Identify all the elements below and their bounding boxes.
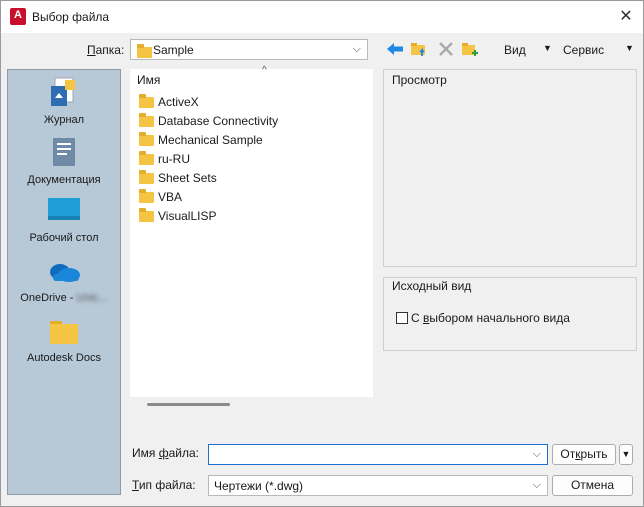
places-bar: Журнал Документация Рабочий стол OneDriv… <box>7 69 121 495</box>
onedrive-icon <box>50 264 80 282</box>
filename-label: Имя файла: <box>132 446 199 460</box>
folder-icon <box>139 132 154 147</box>
tools-menu-button[interactable]: Сервис <box>563 43 604 57</box>
autocad-app-icon: A <box>10 8 26 25</box>
folder-label: Папка: <box>87 43 124 57</box>
sort-ascending-icon: ^ <box>262 65 267 76</box>
list-item[interactable]: Sheet Sets <box>139 170 217 185</box>
place-desktop-label: Рабочий стол <box>29 232 99 244</box>
filetype-select[interactable]: Чертежи (*.dwg) ⌵ <box>208 475 548 496</box>
list-item[interactable]: ActiveX <box>139 94 199 109</box>
folder-icon <box>50 321 78 344</box>
preview-group: Просмотр <box>383 69 637 267</box>
place-onedrive[interactable]: OneDrive - Unic... <box>8 258 120 304</box>
chevron-down-icon: ⌵ <box>352 43 361 55</box>
documents-icon <box>53 138 75 166</box>
list-item-label: ru-RU <box>158 152 190 166</box>
place-history[interactable]: Журнал <box>8 76 120 126</box>
folder-icon <box>139 208 154 223</box>
place-autodesk-docs[interactable]: Autodesk Docs <box>8 318 120 364</box>
filename-label-pre: Имя <box>132 446 159 460</box>
column-header-name[interactable]: Имя <box>137 73 160 87</box>
filename-label-post: айла: <box>168 446 199 460</box>
up-folder-icon[interactable] <box>410 41 428 57</box>
initial-view-checkbox[interactable] <box>396 312 408 324</box>
filetype-value: Чертежи (*.dwg) <box>214 479 304 493</box>
window-title: Выбор файла <box>32 10 110 24</box>
filename-label-mnemonic: ф <box>158 446 169 460</box>
delete-icon[interactable] <box>437 41 455 57</box>
list-item-label: VisualLISP <box>158 209 217 223</box>
filetype-label: Тип файла: <box>132 478 196 492</box>
folder-combobox-value: Sample <box>153 43 194 57</box>
folder-combobox[interactable]: Sample ⌵ <box>130 39 368 60</box>
desktop-icon <box>48 198 80 220</box>
cancel-button[interactable]: Отмена <box>552 475 633 496</box>
place-documents-label: Документация <box>27 174 101 186</box>
new-folder-icon[interactable] <box>461 41 479 57</box>
file-list: ^ Имя ActiveX Database Connectivity Mech… <box>130 65 373 397</box>
folder-icon <box>139 94 154 109</box>
open-button-pre: От <box>560 447 576 461</box>
folder-icon <box>137 44 152 59</box>
horizontal-scrollbar-thumb[interactable] <box>147 403 230 406</box>
list-item-label: Mechanical Sample <box>158 133 263 147</box>
folder-label-mnemonic: П <box>87 43 96 57</box>
place-onedrive-label-blurred: Unic... <box>76 292 108 304</box>
history-icon <box>51 77 75 106</box>
list-item-label: Database Connectivity <box>158 114 279 128</box>
view-dropdown-icon[interactable]: ▼ <box>543 43 552 53</box>
list-item[interactable]: Database Connectivity <box>139 113 279 128</box>
place-onedrive-label: OneDrive - Unic... <box>8 292 120 304</box>
view-menu-button[interactable]: Вид <box>504 43 526 57</box>
list-item-label: VBA <box>158 190 183 204</box>
folder-icon <box>139 151 154 166</box>
folder-icon <box>139 189 154 204</box>
view-menu-label: Вид <box>504 43 526 57</box>
list-item-label: ActiveX <box>158 95 199 109</box>
folder-label-text: апка: <box>95 43 125 57</box>
tools-dropdown-icon[interactable]: ▼ <box>625 43 634 53</box>
file-dialog-window: A Выбор файла ✕ Папка: Sample ⌵ Вид ▼ Се… <box>0 0 644 507</box>
chevron-down-icon: ⌵ <box>532 479 541 491</box>
folder-icon <box>139 170 154 185</box>
place-documents[interactable]: Документация <box>8 136 120 186</box>
place-desktop[interactable]: Рабочий стол <box>8 196 120 244</box>
close-icon[interactable]: ✕ <box>613 5 639 29</box>
tools-menu-label: Сервис <box>563 43 605 57</box>
initial-view-title: Исходный вид <box>392 279 472 293</box>
filetype-label-post: ип файла: <box>138 478 196 492</box>
checkbox-label-pre: С <box>411 311 423 325</box>
place-autodesk-docs-label: Autodesk Docs <box>27 352 101 364</box>
filename-input[interactable]: ⌵ <box>208 444 548 465</box>
list-item-label: Sheet Sets <box>158 171 217 185</box>
folder-icon <box>139 113 154 128</box>
filetype-label-mnemonic: Т <box>132 478 139 492</box>
open-button-post: рыть <box>580 447 608 461</box>
list-item[interactable]: VBA <box>139 189 183 204</box>
place-history-label: Журнал <box>43 114 85 126</box>
checkbox-label-post: ыбором начального вида <box>429 311 570 325</box>
open-options-dropdown-icon[interactable]: ▼ <box>619 444 633 465</box>
initial-view-checkbox-label[interactable]: С выбором начального вида <box>411 311 570 325</box>
back-arrow-icon[interactable] <box>386 41 404 57</box>
open-button[interactable]: Открыть <box>552 444 616 465</box>
preview-title: Просмотр <box>392 73 447 87</box>
title-bar: A Выбор файла ✕ <box>1 1 643 33</box>
chevron-down-icon[interactable]: ⌵ <box>533 448 541 461</box>
place-onedrive-label-text: OneDrive - <box>20 292 77 304</box>
initial-view-group: Исходный вид С выбором начального вида <box>383 277 637 351</box>
list-item[interactable]: VisualLISP <box>139 208 217 223</box>
list-item[interactable]: ru-RU <box>139 151 190 166</box>
list-item[interactable]: Mechanical Sample <box>139 132 263 147</box>
